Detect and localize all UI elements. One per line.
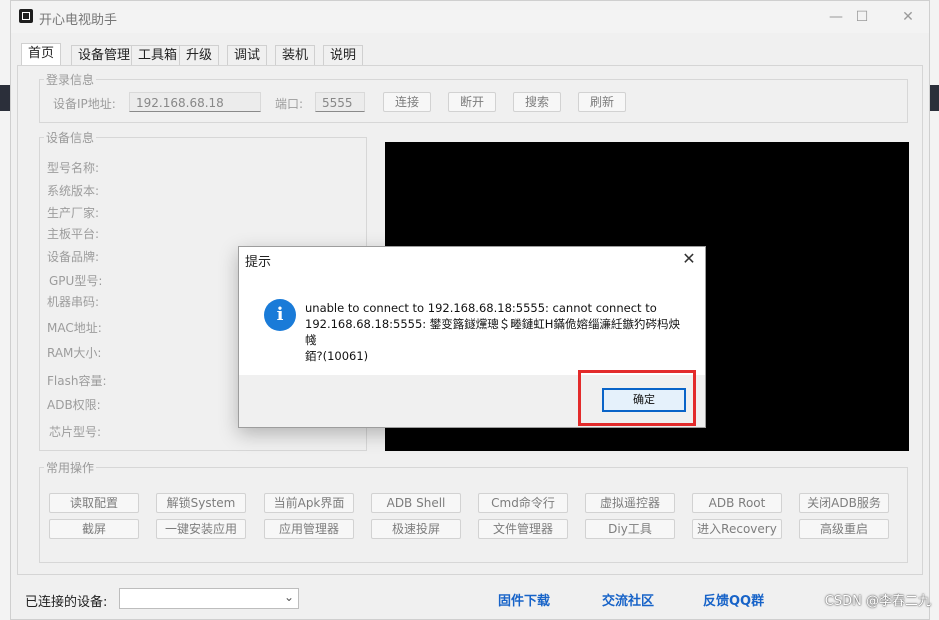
firmware-download-link[interactable]: 固件下载 bbox=[498, 590, 550, 609]
tab-device-management[interactable]: 设备管理 bbox=[71, 45, 138, 65]
search-button[interactable]: 搜索 bbox=[513, 92, 561, 112]
ram-label: RAM大小: bbox=[47, 346, 102, 360]
serial-label: 机器串码: bbox=[47, 295, 100, 309]
background-app-right bbox=[929, 0, 939, 620]
virtual-remote-button[interactable]: 虚拟遥控器 bbox=[585, 493, 675, 513]
manufacturer-label: 生产厂家: bbox=[47, 206, 100, 220]
tab-debug[interactable]: 调试 bbox=[227, 45, 268, 65]
login-info-legend: 登录信息 bbox=[46, 73, 95, 87]
model-name-label: 型号名称: bbox=[47, 161, 100, 175]
community-link[interactable]: 交流社区 bbox=[602, 590, 654, 609]
app-manager-button[interactable]: 应用管理器 bbox=[264, 519, 354, 539]
chevron-down-icon: ⌄ bbox=[283, 590, 294, 604]
adb-permission-label: ADB权限: bbox=[47, 398, 101, 412]
diy-tools-button[interactable]: Diy工具 bbox=[585, 519, 675, 539]
advanced-reboot-button[interactable]: 高级重启 bbox=[799, 519, 889, 539]
watermark: CSDN @李春二九 bbox=[824, 594, 931, 609]
device-info-legend: 设备信息 bbox=[46, 131, 95, 145]
unlock-system-button[interactable]: 解锁System bbox=[156, 493, 246, 513]
adb-root-button[interactable]: ADB Root bbox=[692, 493, 782, 513]
ip-input[interactable]: 192.168.68.18 bbox=[129, 92, 261, 112]
title-bar: 开心电视助手 — ☐ ✕ bbox=[11, 1, 929, 33]
file-manager-button[interactable]: 文件管理器 bbox=[478, 519, 568, 539]
connected-devices-label: 已连接的设备: bbox=[25, 595, 108, 610]
tab-install[interactable]: 装机 bbox=[275, 45, 316, 65]
port-input[interactable]: 5555 bbox=[315, 92, 365, 112]
mac-label: MAC地址: bbox=[47, 321, 102, 335]
close-adb-service-button[interactable]: 关闭ADB服务 bbox=[799, 493, 889, 513]
brand-label: 设备品牌: bbox=[47, 250, 100, 264]
fast-cast-button[interactable]: 极速投屏 bbox=[371, 519, 461, 539]
maximize-button[interactable]: ☐ bbox=[842, 5, 882, 29]
enter-recovery-button[interactable]: 进入Recovery bbox=[692, 519, 782, 539]
board-platform-label: 主板平台: bbox=[47, 227, 100, 241]
adb-shell-button[interactable]: ADB Shell bbox=[371, 493, 461, 513]
feedback-qq-link[interactable]: 反馈QQ群 bbox=[703, 590, 764, 609]
refresh-button[interactable]: 刷新 bbox=[578, 92, 626, 112]
one-click-install-button[interactable]: 一键安装应用 bbox=[156, 519, 246, 539]
tab-toolbox[interactable]: 工具箱 bbox=[131, 45, 185, 65]
info-icon: i bbox=[264, 299, 296, 331]
port-label: 端口: bbox=[275, 97, 304, 111]
dialog-title: 提示 bbox=[245, 255, 272, 270]
current-apk-button[interactable]: 当前Apk界面 bbox=[264, 493, 354, 513]
system-version-label: 系统版本: bbox=[47, 184, 100, 198]
disconnect-button[interactable]: 断开 bbox=[448, 92, 496, 112]
dialog-close-icon[interactable]: ✕ bbox=[679, 249, 699, 269]
prompt-dialog: 提示 ✕ i unable to connect to 192.168.68.1… bbox=[238, 246, 706, 428]
common-ops-legend: 常用操作 bbox=[46, 461, 95, 475]
dialog-message: unable to connect to 192.168.68.18:5555:… bbox=[305, 301, 680, 363]
cmd-button[interactable]: Cmd命令行 bbox=[478, 493, 568, 513]
window-title: 开心电视助手 bbox=[39, 13, 118, 28]
flash-label: Flash容量: bbox=[47, 374, 107, 388]
chip-model-label: 芯片型号: bbox=[49, 425, 102, 439]
ip-label: 设备IP地址: bbox=[53, 97, 116, 111]
connected-devices-select[interactable]: ⌄ bbox=[119, 588, 299, 609]
highlight-box bbox=[578, 370, 696, 426]
gpu-model-label: GPU型号: bbox=[49, 274, 103, 288]
connect-button[interactable]: 连接 bbox=[383, 92, 431, 112]
tab-upgrade[interactable]: 升级 bbox=[179, 45, 220, 65]
screenshot-button[interactable]: 截屏 bbox=[49, 519, 139, 539]
tab-help[interactable]: 说明 bbox=[323, 45, 364, 65]
tab-home[interactable]: 首页 bbox=[21, 43, 62, 66]
close-button[interactable]: ✕ bbox=[888, 5, 928, 29]
read-config-button[interactable]: 读取配置 bbox=[49, 493, 139, 513]
app-icon bbox=[19, 9, 33, 23]
